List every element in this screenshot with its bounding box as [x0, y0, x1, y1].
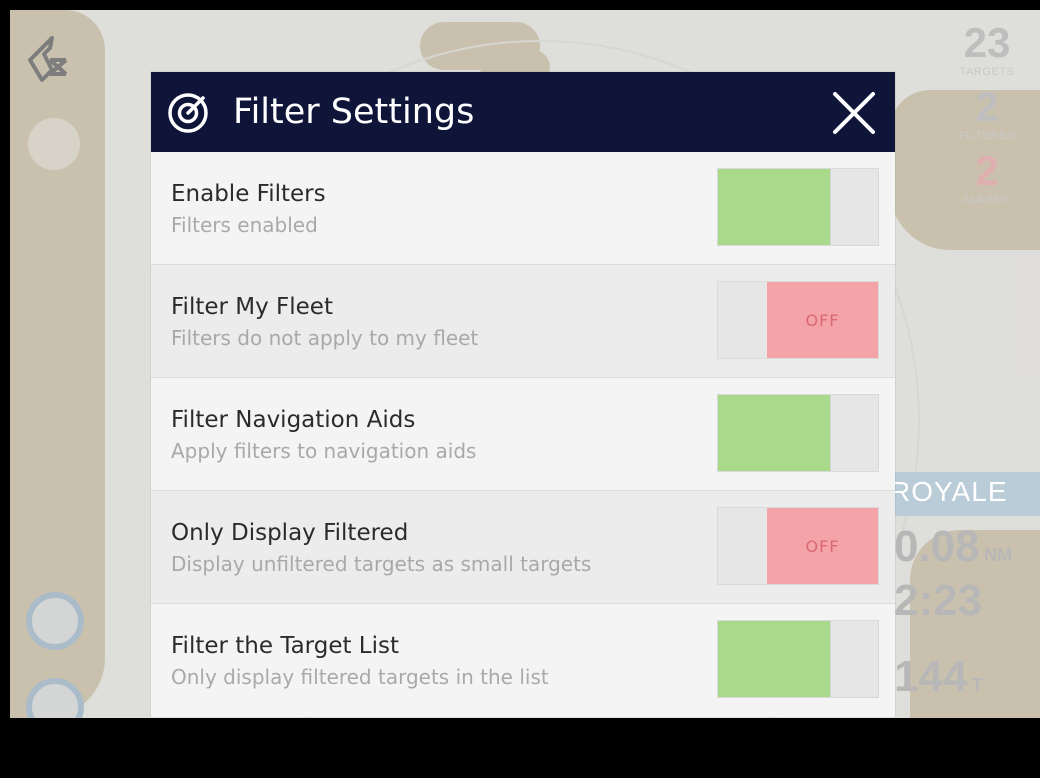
- setting-title: Filter the Target List: [171, 633, 400, 659]
- toggle-on-fill: [718, 395, 830, 471]
- setting-title: Filter Navigation Aids: [171, 407, 416, 433]
- toggle-on-fill: [718, 169, 830, 245]
- filter-my-fleet-toggle[interactable]: OFF: [717, 281, 879, 359]
- target-radar-icon: [168, 93, 208, 133]
- setting-title: Only Display Filtered: [171, 520, 409, 546]
- setting-subtitle: Apply filters to navigation aids: [171, 439, 477, 463]
- toggle-knob: [718, 282, 768, 358]
- toggle-off-label: OFF: [767, 282, 878, 358]
- setting-subtitle: Filters do not apply to my fleet: [171, 326, 479, 350]
- setting-subtitle: Only display filtered targets in the lis…: [171, 665, 549, 689]
- filter-navigation-aids-toggle[interactable]: [717, 394, 879, 472]
- setting-filter-my-fleet: Filter My Fleet Filters do not apply to …: [151, 265, 895, 378]
- toggle-knob: [830, 621, 878, 697]
- toggle-knob: [830, 395, 878, 471]
- setting-title: Filter My Fleet: [171, 294, 333, 320]
- enable-filters-toggle[interactable]: [717, 168, 879, 246]
- setting-only-display-filtered: Only Display Filtered Display unfiltered…: [151, 491, 895, 604]
- setting-filter-target-list: Filter the Target List Only display filt…: [151, 604, 895, 717]
- filter-settings-dialog: Filter Settings Enable Filters Filters e…: [151, 72, 895, 717]
- setting-subtitle: Display unfiltered targets as small targ…: [171, 552, 592, 576]
- setting-filter-navigation-aids: Filter Navigation Aids Apply filters to …: [151, 378, 895, 491]
- toggle-on-fill: [718, 621, 830, 697]
- setting-subtitle: Filters enabled: [171, 213, 318, 237]
- toggle-off-label: OFF: [767, 508, 878, 584]
- only-display-filtered-toggle[interactable]: OFF: [717, 507, 879, 585]
- dialog-title: Filter Settings: [233, 92, 475, 132]
- setting-enable-filters: Enable Filters Filters enabled: [151, 152, 895, 265]
- toggle-knob: [830, 169, 878, 245]
- setting-title: Enable Filters: [171, 181, 326, 207]
- close-icon[interactable]: [829, 88, 879, 138]
- dialog-header: Filter Settings: [151, 72, 895, 152]
- toggle-knob: [718, 508, 768, 584]
- filter-target-list-toggle[interactable]: [717, 620, 879, 698]
